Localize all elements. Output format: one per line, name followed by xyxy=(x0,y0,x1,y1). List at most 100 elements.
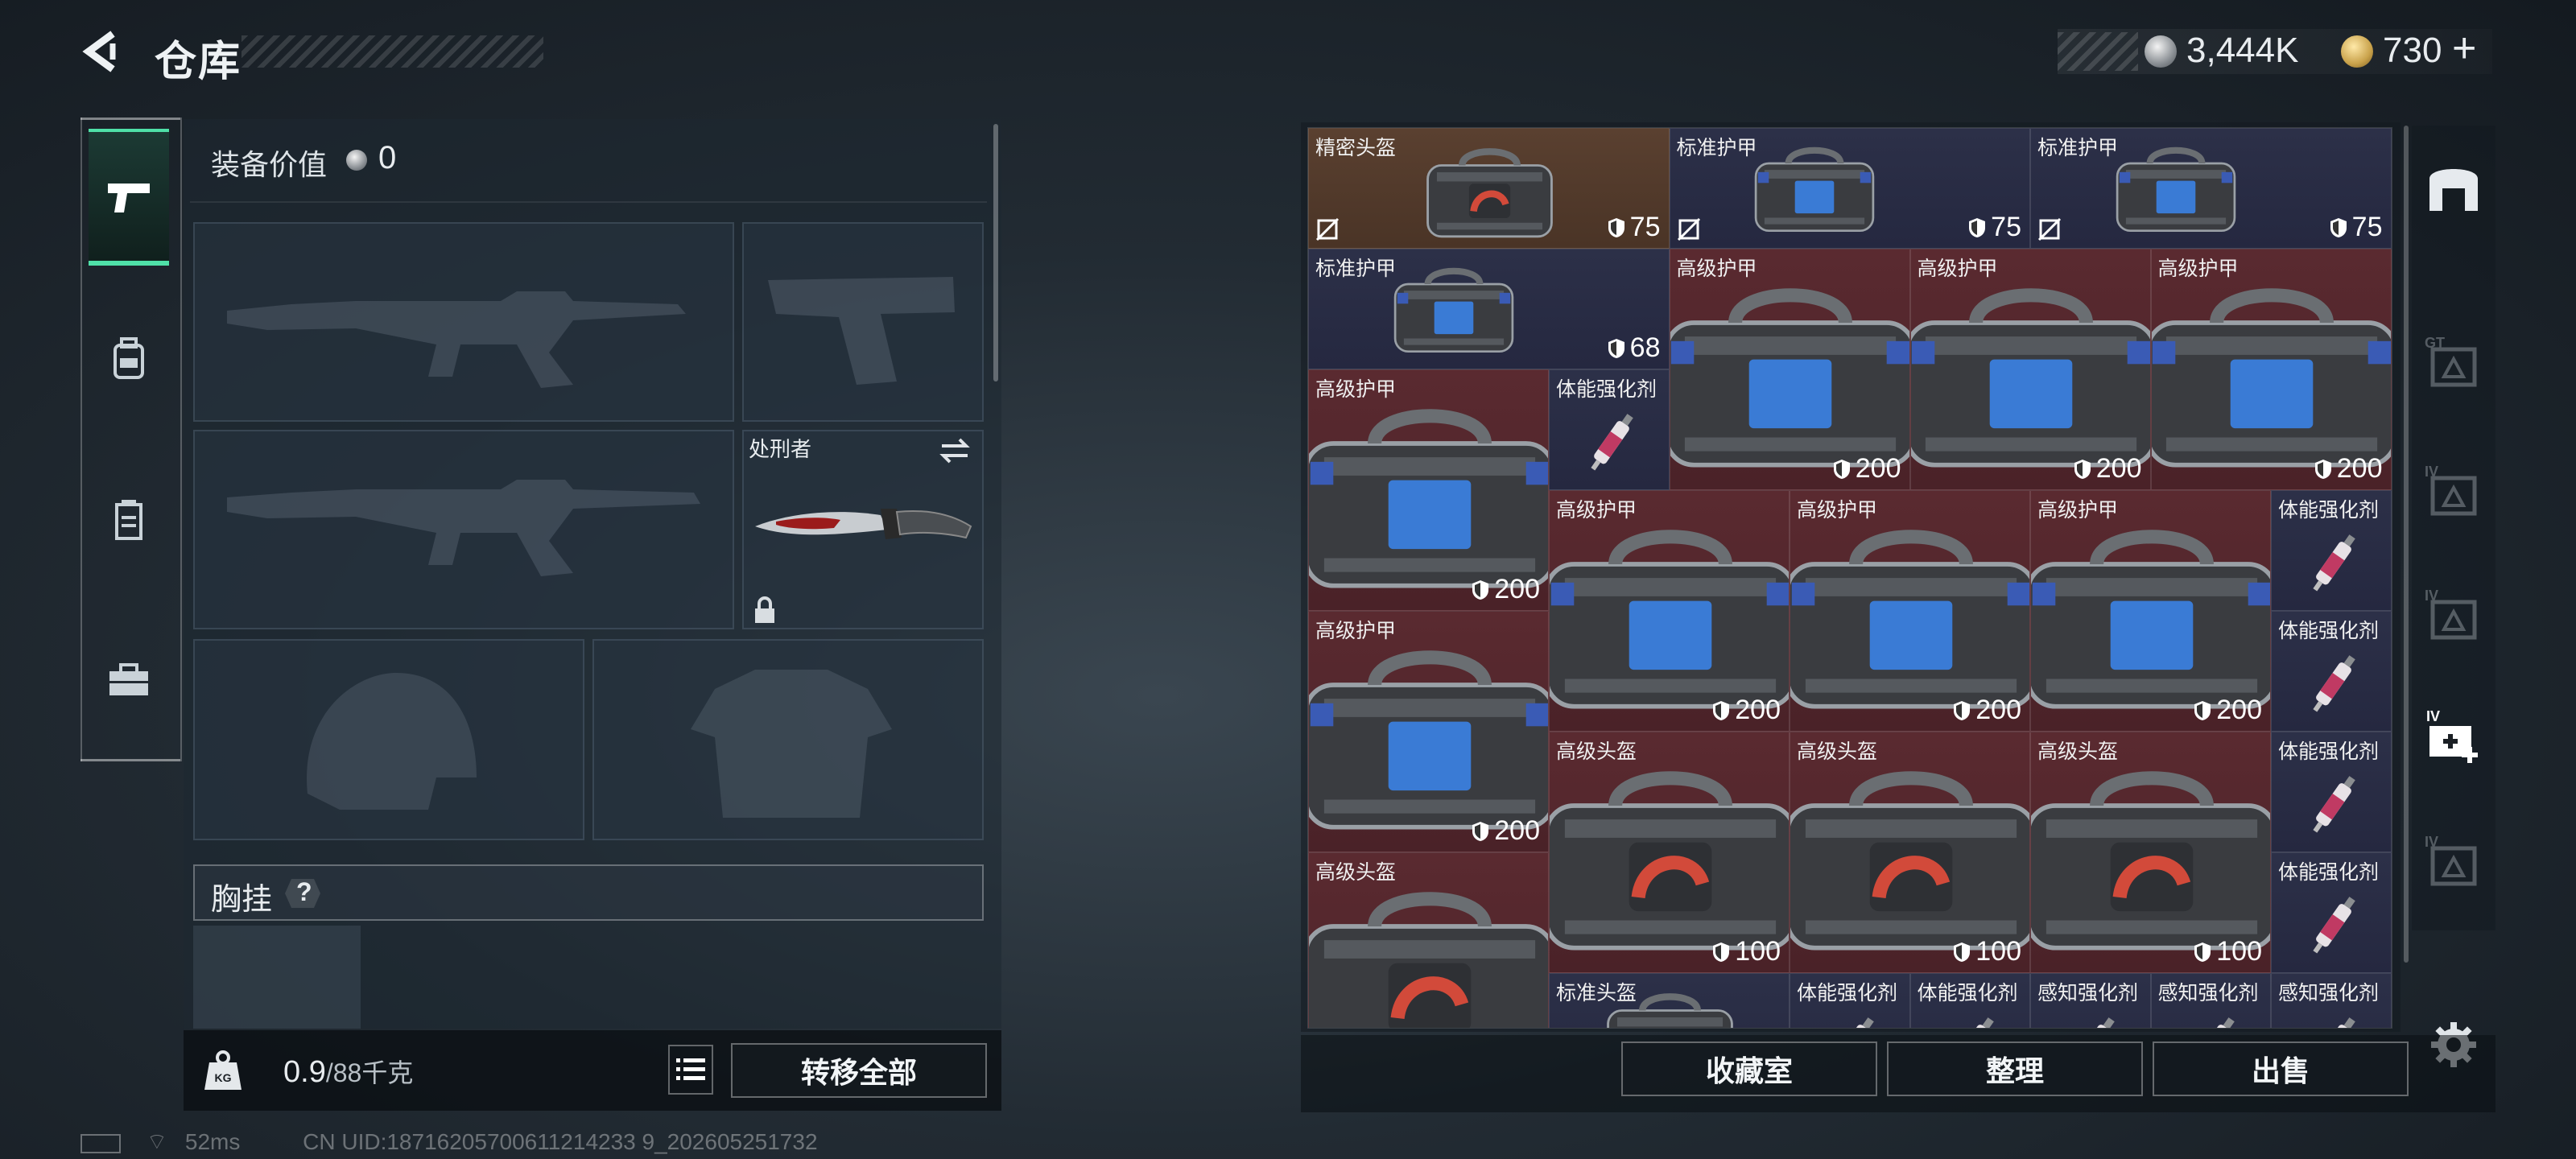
collection-room-button[interactable]: 收藏室 xyxy=(1621,1041,1877,1096)
list-view-button[interactable] xyxy=(668,1045,713,1095)
ping-readout: 52ms xyxy=(184,1129,241,1154)
armor-value-icon xyxy=(1954,700,1971,720)
add-currency-button[interactable]: + xyxy=(2452,24,2476,72)
inventory-scrollbar[interactable] xyxy=(2404,126,2409,963)
item-name: 高级护甲 xyxy=(2037,499,2119,522)
inventory-item-syringe[interactable]: 感知强化剂 xyxy=(2271,973,2392,1028)
item-name: 体能强化剂 xyxy=(2278,499,2380,522)
inventory-item-syringe[interactable]: 感知强化剂 xyxy=(2030,973,2151,1028)
item-durability: 75 xyxy=(1968,212,2021,243)
pistol-icon xyxy=(108,184,150,212)
armor-value-icon xyxy=(1713,700,1730,720)
inventory-item-syringe[interactable]: 体能强化剂 xyxy=(1790,973,1910,1028)
sort-button[interactable]: 整理 xyxy=(1887,1041,2143,1096)
tab-backpack[interactable] xyxy=(89,290,169,427)
syringe-image xyxy=(2313,776,2355,833)
gold-coin-amount: 730 xyxy=(2383,31,2442,70)
scrollbar[interactable] xyxy=(993,124,998,382)
primary-weapon-slot[interactable] xyxy=(193,222,734,422)
inventory-grid: 精密头盔 75 标准护甲 75 标准护甲 75 标准护甲 68 高级护甲 200 高级护甲 200 高级… xyxy=(1307,127,2392,1029)
helmet-slot[interactable] xyxy=(193,639,584,840)
armor-bag-image xyxy=(2116,147,2235,233)
item-durability: 200 xyxy=(1833,453,1901,485)
armor-value-icon xyxy=(2314,459,2331,479)
svg-text:KG: KG xyxy=(215,1071,232,1084)
inventory-item-syringe[interactable]: 感知强化剂 xyxy=(2150,973,2271,1028)
helmet-bag-image xyxy=(1309,892,1548,1028)
transfer-all-button[interactable]: 转移全部 xyxy=(731,1043,987,1098)
inventory-item-armor[interactable]: 标准护甲 75 xyxy=(2030,128,2392,249)
item-durability: 200 xyxy=(1472,574,1540,605)
tab-weapons[interactable] xyxy=(89,129,169,266)
inventory-item-helmet[interactable]: 高级头盔 xyxy=(1308,852,1549,1028)
help-label: ? xyxy=(296,877,312,906)
tab-vest[interactable] xyxy=(89,451,169,588)
help-icon[interactable]: ? xyxy=(283,876,322,911)
pistol-silhouette-icon xyxy=(768,277,955,385)
inventory-item-armor[interactable]: 高级护甲 200 xyxy=(2150,249,2392,490)
inventory-item-armor[interactable]: 标准护甲 75 xyxy=(1669,128,2030,249)
item-durability-value: 200 xyxy=(2336,453,2383,484)
armor-bag-image xyxy=(1393,268,1513,353)
back-arrow-icon[interactable] xyxy=(77,27,126,76)
no-insure-icon xyxy=(1677,217,1700,241)
item-name: 感知强化剂 xyxy=(2278,982,2380,1004)
inventory-item-armor[interactable]: 标准护甲 68 xyxy=(1308,249,1670,369)
secondary-weapon-slot[interactable] xyxy=(742,222,984,422)
equipment-value-label: 装备价值 xyxy=(211,148,328,181)
item-name: 高级护甲 xyxy=(1917,258,1998,280)
inventory-item-armor[interactable]: 高级护甲 200 xyxy=(2030,490,2271,732)
inventory-item-helmet[interactable]: 精密头盔 75 xyxy=(1308,128,1670,249)
safe-icon[interactable] xyxy=(2420,155,2487,222)
item-durability-value: 75 xyxy=(2351,212,2383,242)
iv-armor-icon[interactable]: IV xyxy=(2420,459,2487,526)
syringe-image xyxy=(1955,1017,1995,1028)
item-durability-value: 200 xyxy=(1855,453,1901,484)
tab-toolbox[interactable] xyxy=(89,612,169,749)
inventory-item-armor[interactable]: 高级护甲 200 xyxy=(1308,369,1549,611)
inventory-item-syringe[interactable]: 体能强化剂 xyxy=(1909,973,2030,1028)
item-durability: 200 xyxy=(2194,695,2262,726)
item-name: 高级护甲 xyxy=(1315,378,1397,401)
item-durability-value: 100 xyxy=(1735,936,1781,967)
swap-icon[interactable] xyxy=(937,435,972,467)
iv-case-icon[interactable]: IV xyxy=(2420,583,2487,650)
inventory-item-helmet[interactable]: 标准头盔 xyxy=(1549,973,1790,1028)
inventory-item-syringe[interactable]: 体能强化剂 xyxy=(2271,732,2392,852)
item-durability-value: 200 xyxy=(1494,815,1540,846)
item-name: 标准护甲 xyxy=(2037,137,2119,159)
inventory-item-syringe[interactable]: 体能强化剂 xyxy=(2271,852,2392,973)
inventory-item-armor[interactable]: 高级护甲 200 xyxy=(1549,490,1790,732)
item-durability: 100 xyxy=(2194,936,2262,967)
inventory-item-syringe[interactable]: 体能强化剂 xyxy=(2271,611,2392,732)
silver-coin-amount: 3,444K xyxy=(2186,31,2299,70)
armor-slot[interactable] xyxy=(592,639,984,840)
inventory-item-armor[interactable]: 高级护甲 200 xyxy=(1790,490,2030,732)
inventory-item-syringe[interactable]: 体能强化剂 xyxy=(2271,490,2392,611)
list-icon xyxy=(676,1058,705,1080)
item-durability: 200 xyxy=(1472,815,1540,847)
sell-button[interactable]: 出售 xyxy=(2153,1041,2409,1096)
chest-rig-slot[interactable] xyxy=(193,926,361,1029)
silver-coin-icon xyxy=(346,150,367,171)
inventory-item-helmet[interactable]: 高级头盔 100 xyxy=(1790,732,2030,973)
item-name: 高级头盔 xyxy=(1797,740,1878,763)
item-durability-value: 75 xyxy=(1629,212,1661,242)
item-durability: 200 xyxy=(1712,695,1781,726)
inventory-item-helmet[interactable]: 高级头盔 100 xyxy=(1549,732,1790,973)
inventory-item-armor[interactable]: 高级护甲 200 xyxy=(1308,611,1549,852)
svg-text:GT: GT xyxy=(2425,335,2445,351)
inventory-item-helmet[interactable]: 高级头盔 100 xyxy=(2030,732,2271,973)
gt-armor-icon[interactable]: GT xyxy=(2420,330,2487,398)
item-durability: 100 xyxy=(1953,936,2021,967)
primary-weapon-slot-2[interactable] xyxy=(193,430,734,629)
inventory-item-syringe[interactable]: 体能强化剂 xyxy=(1549,369,1670,490)
iv-medkit-icon[interactable]: IV xyxy=(2420,829,2487,897)
armor-value-icon xyxy=(1954,942,1971,962)
inventory-item-armor[interactable]: 高级护甲 200 xyxy=(1669,249,1910,490)
syringe-image xyxy=(2074,1017,2115,1028)
inventory-item-armor[interactable]: 高级护甲 200 xyxy=(1909,249,2151,490)
iv-medkit-plus-icon[interactable]: IV xyxy=(2420,702,2487,769)
item-durability-value: 68 xyxy=(1629,332,1661,363)
item-name: 标准护甲 xyxy=(1676,137,1757,159)
